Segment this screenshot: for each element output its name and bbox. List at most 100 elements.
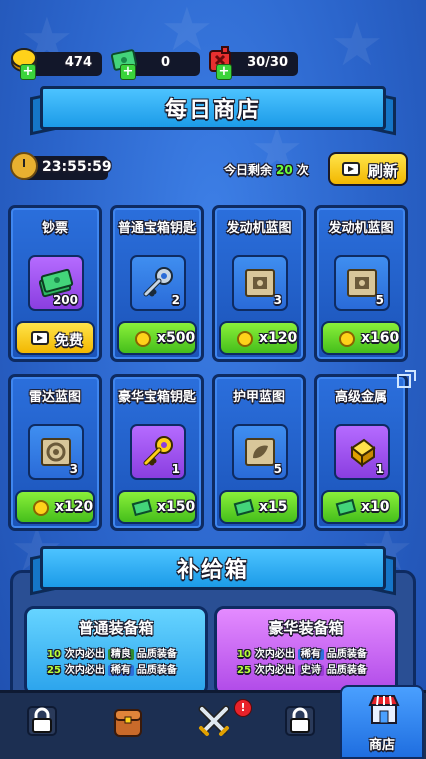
bottom-nav: ! 商店 bbox=[0, 685, 426, 759]
item-name: 普通宝箱钥匙 bbox=[117, 221, 196, 236]
quality-tag: 史诗 bbox=[297, 665, 324, 676]
cash-icon bbox=[131, 498, 153, 517]
gold-key-icon bbox=[143, 436, 173, 466]
gold-coin-icon bbox=[339, 331, 355, 347]
gold-coin-icon bbox=[33, 500, 49, 516]
gold-coin-icon bbox=[135, 331, 151, 347]
item-count: 5 bbox=[273, 462, 282, 476]
item-slot: 200 bbox=[28, 255, 84, 311]
item-name: 发动机蓝图 bbox=[226, 221, 292, 236]
expand-icon[interactable] bbox=[396, 368, 418, 390]
nav-tab-battle[interactable]: ! bbox=[172, 693, 256, 759]
shop-item-card[interactable]: 高级金属 1 x10 bbox=[314, 374, 408, 531]
quality-tag: 稀有 bbox=[107, 665, 134, 676]
refresh-label: 刷新 bbox=[368, 162, 399, 180]
price-label: x120 bbox=[55, 499, 94, 515]
normal-equipment-chest[interactable]: 普通装备箱 10 次内必出 精良 品质装备 25 次内必出 稀有 品质装备 bbox=[24, 606, 208, 696]
buy-gold-button[interactable]: x120 bbox=[219, 321, 299, 355]
gold-value: 474 bbox=[64, 55, 92, 70]
item-name: 雷达蓝图 bbox=[28, 390, 81, 405]
chest-guarantee-row: 10 次内必出 稀有 品质装备 bbox=[237, 649, 367, 660]
remaining-number: 20 bbox=[276, 163, 293, 177]
gold-metal-icon bbox=[350, 438, 376, 468]
add-energy-button[interactable]: + bbox=[216, 64, 232, 80]
buy-free-button[interactable]: 免费 bbox=[15, 321, 95, 355]
shop-item-card[interactable]: 钞票 200 免费 bbox=[8, 205, 102, 362]
refresh-button[interactable]: 刷新 bbox=[328, 152, 408, 186]
supply-title: 补给箱 bbox=[176, 558, 249, 583]
item-slot: 5 bbox=[334, 255, 390, 311]
shop-item-card[interactable]: 雷达蓝图 3 x120 bbox=[8, 374, 102, 531]
remaining-suffix: 次 bbox=[296, 163, 309, 177]
item-name: 豪华宝箱钥匙 bbox=[117, 390, 196, 405]
item-name: 钞票 bbox=[41, 221, 68, 236]
price-label: x120 bbox=[259, 330, 298, 346]
item-slot: 1 bbox=[334, 424, 390, 480]
price-label: x15 bbox=[259, 499, 288, 515]
nav-tab-label: 商店 bbox=[368, 738, 395, 753]
item-slot: 3 bbox=[232, 255, 288, 311]
buy-gold-button[interactable]: x160 bbox=[321, 321, 401, 355]
item-count: 5 bbox=[375, 293, 384, 307]
backpack-icon bbox=[114, 709, 142, 737]
item-slot: 2 bbox=[130, 255, 186, 311]
chest-title: 普通装备箱 bbox=[78, 619, 154, 637]
quality-tag: 精良 bbox=[107, 649, 134, 660]
remaining-refresh-count: 今日剩余 20 次 bbox=[224, 161, 309, 178]
page-title: 每日商店 bbox=[164, 98, 261, 123]
alert-badge: ! bbox=[234, 699, 252, 717]
bg-star: ★ bbox=[330, 10, 384, 80]
engine-blueprint-icon bbox=[245, 269, 275, 297]
nav-tab-backpack[interactable] bbox=[86, 693, 170, 759]
currency-energy[interactable]: + 30/30 bbox=[209, 46, 298, 80]
energy-value: 30/30 bbox=[247, 55, 288, 70]
cash-icon bbox=[233, 498, 255, 517]
add-gold-button[interactable]: + bbox=[20, 64, 36, 80]
locked-icon bbox=[27, 706, 57, 736]
video-ad-icon bbox=[342, 162, 360, 176]
item-count: 1 bbox=[375, 462, 384, 476]
armor-blueprint-icon bbox=[245, 438, 275, 466]
currency-gold[interactable]: + 474 bbox=[11, 48, 102, 80]
shop-item-card[interactable]: 护甲蓝图 5 x15 bbox=[212, 374, 306, 531]
buy-cash-button[interactable]: x10 bbox=[321, 490, 401, 524]
buy-gold-button[interactable]: x120 bbox=[15, 490, 95, 524]
item-count: 3 bbox=[273, 293, 282, 307]
buy-gold-button[interactable]: x500 bbox=[117, 321, 197, 355]
nav-tab-shop[interactable]: 商店 bbox=[340, 685, 424, 759]
price-label: 免费 bbox=[55, 333, 83, 349]
item-name: 发动机蓝图 bbox=[328, 221, 394, 236]
nav-tab-locked[interactable] bbox=[0, 693, 84, 759]
item-name: 高级金属 bbox=[334, 390, 387, 405]
quality-tag: 稀有 bbox=[297, 649, 324, 660]
chest-guarantee-row: 25 次内必出 史诗 品质装备 bbox=[237, 665, 367, 676]
video-ad-icon bbox=[31, 331, 49, 345]
daily-shop-banner: 每日商店 bbox=[30, 86, 396, 136]
price-label: x500 bbox=[157, 330, 196, 346]
item-slot: 5 bbox=[232, 424, 288, 480]
shop-item-card[interactable]: 豪华宝箱钥匙 1 x150 bbox=[110, 374, 204, 531]
chest-guarantee-row: 25 次内必出 稀有 品质装备 bbox=[47, 665, 177, 676]
price-label: x160 bbox=[361, 330, 400, 346]
cash-icon bbox=[335, 498, 357, 517]
buy-cash-button[interactable]: x15 bbox=[219, 490, 299, 524]
buy-cash-button[interactable]: x150 bbox=[117, 490, 197, 524]
shop-item-card[interactable]: 发动机蓝图 5 x160 bbox=[314, 205, 408, 362]
refresh-timer: 23:55:59 bbox=[10, 152, 112, 180]
luxury-equipment-chest[interactable]: 豪华装备箱 10 次内必出 稀有 品质装备 25 次内必出 史诗 品质装备 bbox=[214, 606, 398, 696]
engine-blueprint-icon bbox=[347, 269, 377, 297]
silver-key-icon bbox=[143, 267, 173, 297]
price-label: x10 bbox=[361, 499, 390, 515]
add-cash-button[interactable]: + bbox=[120, 64, 136, 80]
chest-guarantee-row: 10 次内必出 精良 品质装备 bbox=[47, 649, 177, 660]
locked-icon bbox=[285, 706, 315, 736]
remaining-prefix: 今日剩余 bbox=[224, 163, 273, 177]
shop-item-card[interactable]: 发动机蓝图 3 x120 bbox=[212, 205, 306, 362]
item-slot: 1 bbox=[130, 424, 186, 480]
shop-item-card[interactable]: 普通宝箱钥匙 2 x500 bbox=[110, 205, 204, 362]
item-count: 2 bbox=[171, 293, 180, 307]
cash-value: 0 bbox=[160, 55, 170, 70]
crossed-swords-icon bbox=[198, 705, 230, 736]
currency-cash[interactable]: + 0 bbox=[110, 49, 200, 80]
nav-tab-locked[interactable] bbox=[258, 693, 342, 759]
